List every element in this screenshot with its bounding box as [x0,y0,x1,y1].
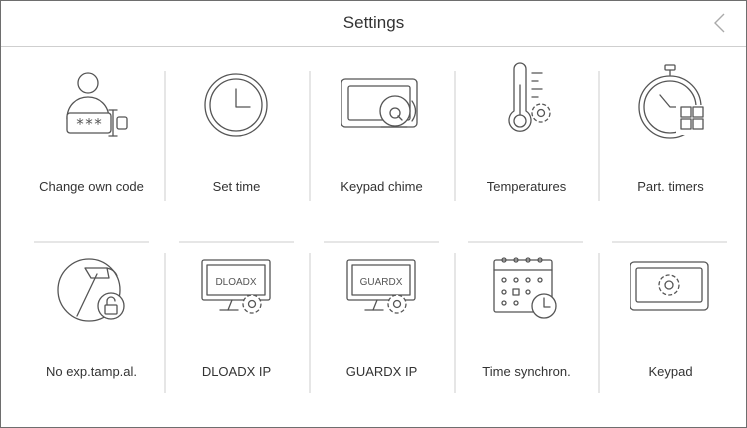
user-password-icon: *** [51,61,131,141]
tile-change-own-code[interactable]: *** Change own code [19,47,164,207]
tile-label: DLOADX IP [201,364,272,379]
page-title: Settings [342,13,405,32]
tile-label: Part. timers [637,179,704,194]
tile-label: Temperatures [486,179,567,194]
settings-grid: *** Change own code Set time Keypad chim… [1,47,746,427]
monitor-gear-icon: DLOADX [196,246,276,326]
tile-label: Change own code [39,179,144,194]
screen-text: GUARDX [360,277,403,288]
stopwatch-grid-icon [630,61,710,141]
tile-set-time[interactable]: Set time [164,47,309,207]
tile-dloadx-ip[interactable]: DLOADX DLOADX IP [164,232,309,392]
tile-no-exp-tamp-al[interactable]: No exp.tamp.al. [19,232,164,392]
clock-icon [196,61,276,141]
tile-guardx-ip[interactable]: GUARDX GUARDX IP [309,232,454,392]
tile-label: Keypad chime [340,179,423,194]
tile-label: Time synchron. [482,364,571,379]
tile-label: Set time [212,179,261,194]
tile-keypad-chime[interactable]: Keypad chime [309,47,454,207]
tile-part-timers[interactable]: Part. timers [598,47,743,207]
thermometer-gear-icon [486,61,566,141]
tile-time-synchron[interactable]: Time synchron. [454,232,599,392]
password-mask: *** [75,115,102,133]
settings-window: Settings *** Change own code Set time Ke… [0,0,747,428]
hammer-unlock-icon [51,246,131,326]
monitor-gear-icon: GUARDX [341,246,421,326]
tile-label: No exp.tamp.al. [45,364,138,379]
keypad-gear-icon [630,246,710,326]
keypad-bell-icon [341,61,421,141]
header-bar: Settings [1,1,746,47]
tile-label: Keypad [648,364,693,379]
tile-temperatures[interactable]: Temperatures [454,47,599,207]
calendar-clock-icon [486,246,566,326]
tile-label: GUARDX IP [345,364,418,379]
screen-text: DLOADX [215,277,256,288]
chevron-left-icon[interactable] [710,12,732,34]
tile-keypad[interactable]: Keypad [598,232,743,392]
